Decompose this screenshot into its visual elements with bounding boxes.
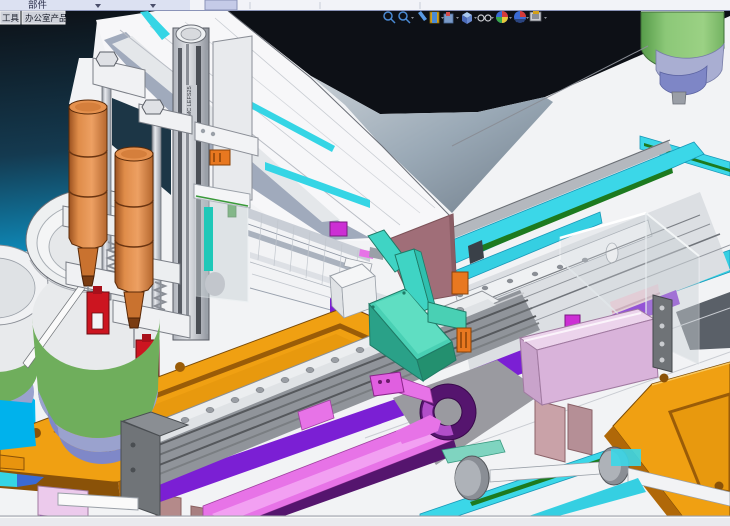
svg-text:部件: 部件 [28,0,48,11]
svg-text:工具: 工具 [2,13,20,23]
svg-text:办公室产品: 办公室产品 [25,13,68,23]
